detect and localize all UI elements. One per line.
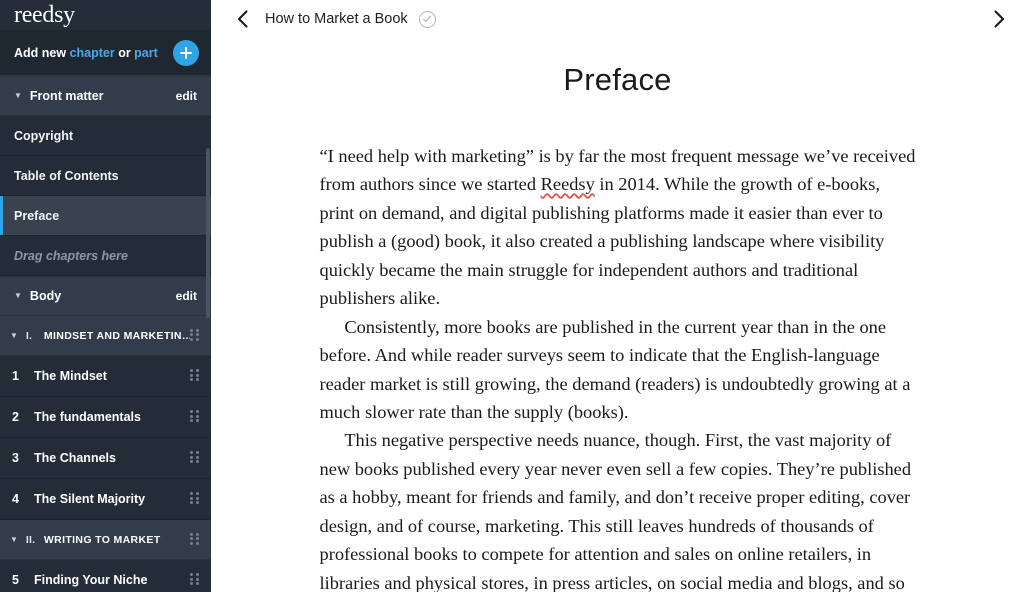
drag-chapters-dropzone[interactable]: Drag chapters here bbox=[0, 236, 211, 276]
part-header-1[interactable]: ▼ I. MINDSET AND MARKETIN… bbox=[0, 316, 211, 356]
part-title: WRITING TO MARKET bbox=[43, 533, 161, 546]
chapter-row-2[interactable]: 2 The fundamentals bbox=[0, 397, 211, 438]
chapter-row-1[interactable]: 1 The Mindset bbox=[0, 356, 211, 397]
chapter-title: The Channels bbox=[34, 451, 116, 465]
sidebar: reedsy Add new chapter or part ▼ Front m… bbox=[0, 0, 211, 592]
sidebar-scrollbar-thumb[interactable] bbox=[206, 148, 210, 318]
page-title: Preface bbox=[563, 62, 672, 97]
add-new-label: Add new chapter or part bbox=[14, 46, 173, 60]
sidebar-item-copyright[interactable]: Copyright bbox=[0, 116, 211, 156]
drag-handle-icon[interactable] bbox=[190, 410, 199, 424]
chapter-number: 4 bbox=[12, 492, 19, 506]
prose-container[interactable]: “I need help with marketing” is by far t… bbox=[320, 142, 916, 592]
drag-handle-icon[interactable] bbox=[190, 451, 199, 465]
drag-handle-icon[interactable] bbox=[190, 532, 199, 547]
caret-down-icon[interactable]: ▼ bbox=[14, 292, 22, 300]
drag-handle-icon[interactable] bbox=[190, 328, 199, 343]
group-header-front-matter[interactable]: ▼ Front matter edit bbox=[0, 76, 211, 116]
sidebar-item-preface[interactable]: Preface bbox=[0, 196, 211, 236]
drag-chapters-placeholder: Drag chapters here bbox=[14, 248, 128, 263]
part-title: MINDSET AND MARKETIN… bbox=[43, 329, 190, 342]
chapter-row-4[interactable]: 4 The Silent Majority bbox=[0, 479, 211, 520]
sidebar-item-table-of-contents[interactable]: Table of Contents bbox=[0, 156, 211, 196]
sidebar-item-label: Copyright bbox=[14, 128, 74, 143]
chapter-number: 2 bbox=[12, 410, 19, 424]
chevron-right-icon[interactable] bbox=[988, 8, 1010, 30]
sidebar-item-label: Table of Contents bbox=[14, 168, 119, 183]
chapter-number: 1 bbox=[12, 369, 19, 383]
chapter-row-5[interactable]: 5 Finding Your Niche bbox=[0, 560, 211, 592]
sidebar-scrollbar[interactable] bbox=[206, 0, 210, 592]
paragraph-1: “I need help with marketing” is by far t… bbox=[320, 142, 916, 313]
spellcheck-word[interactable]: Reedsy bbox=[541, 174, 595, 194]
document-title: How to Market a Book bbox=[265, 11, 408, 27]
brand-logo[interactable]: reedsy bbox=[0, 0, 211, 30]
text-run: This negative perspective needs nuance, … bbox=[319, 430, 912, 592]
drag-handle-icon[interactable] bbox=[190, 492, 199, 506]
sidebar-item-label: Preface bbox=[14, 208, 60, 223]
chapter-number: 3 bbox=[12, 451, 19, 465]
chapter-number: 5 bbox=[12, 573, 19, 587]
chapter-title: The fundamentals bbox=[34, 410, 141, 424]
paragraph-2: Consistently, more books are published i… bbox=[320, 313, 916, 427]
group-title-front-matter: Front matter bbox=[29, 89, 104, 103]
check-circle-icon bbox=[418, 10, 436, 28]
caret-down-icon[interactable]: ▼ bbox=[10, 331, 18, 340]
edit-body-button[interactable]: edit bbox=[176, 289, 197, 303]
drag-handle-icon[interactable] bbox=[190, 369, 199, 383]
text-run: Consistently, more books are published i… bbox=[319, 316, 911, 422]
part-roman-numeral: I. bbox=[25, 329, 33, 342]
add-new-middle: or bbox=[114, 45, 135, 60]
add-new-row: Add new chapter or part bbox=[0, 30, 211, 76]
chapter-row-3[interactable]: 3 The Channels bbox=[0, 438, 211, 479]
main-content: How to Market a Book Preface “I need hel… bbox=[211, 0, 1024, 592]
edit-front-matter-button[interactable]: edit bbox=[176, 89, 197, 103]
add-new-part-link[interactable]: part bbox=[134, 46, 158, 60]
group-title-body: Body bbox=[29, 289, 62, 303]
chapter-title: The Mindset bbox=[34, 369, 107, 383]
chevron-left-icon[interactable] bbox=[231, 8, 253, 30]
plus-icon[interactable] bbox=[173, 39, 199, 66]
group-header-body[interactable]: ▼ Body edit bbox=[0, 276, 211, 316]
add-new-chapter-link[interactable]: chapter bbox=[70, 46, 115, 60]
part-header-2[interactable]: ▼ II. WRITING TO MARKET bbox=[0, 520, 211, 560]
add-new-prefix: Add new bbox=[14, 45, 70, 60]
app-root: reedsy Add new chapter or part ▼ Front m… bbox=[0, 0, 1024, 592]
brand-text: reedsy bbox=[14, 2, 75, 28]
editor-topbar: How to Market a Book bbox=[211, 0, 1024, 38]
document-body[interactable]: Preface “I need help with marketing” is … bbox=[211, 38, 1024, 592]
drag-handle-icon[interactable] bbox=[190, 573, 199, 587]
paragraph-3: This negative perspective needs nuance, … bbox=[320, 426, 916, 592]
part-roman-numeral: II. bbox=[25, 533, 36, 546]
chapter-title: The Silent Majority bbox=[34, 492, 146, 506]
caret-down-icon[interactable]: ▼ bbox=[14, 92, 22, 100]
caret-down-icon[interactable]: ▼ bbox=[10, 535, 18, 544]
chapter-title: Finding Your Niche bbox=[34, 573, 148, 587]
text-run: in 2014. While the growth of e-books, pr… bbox=[319, 174, 885, 309]
